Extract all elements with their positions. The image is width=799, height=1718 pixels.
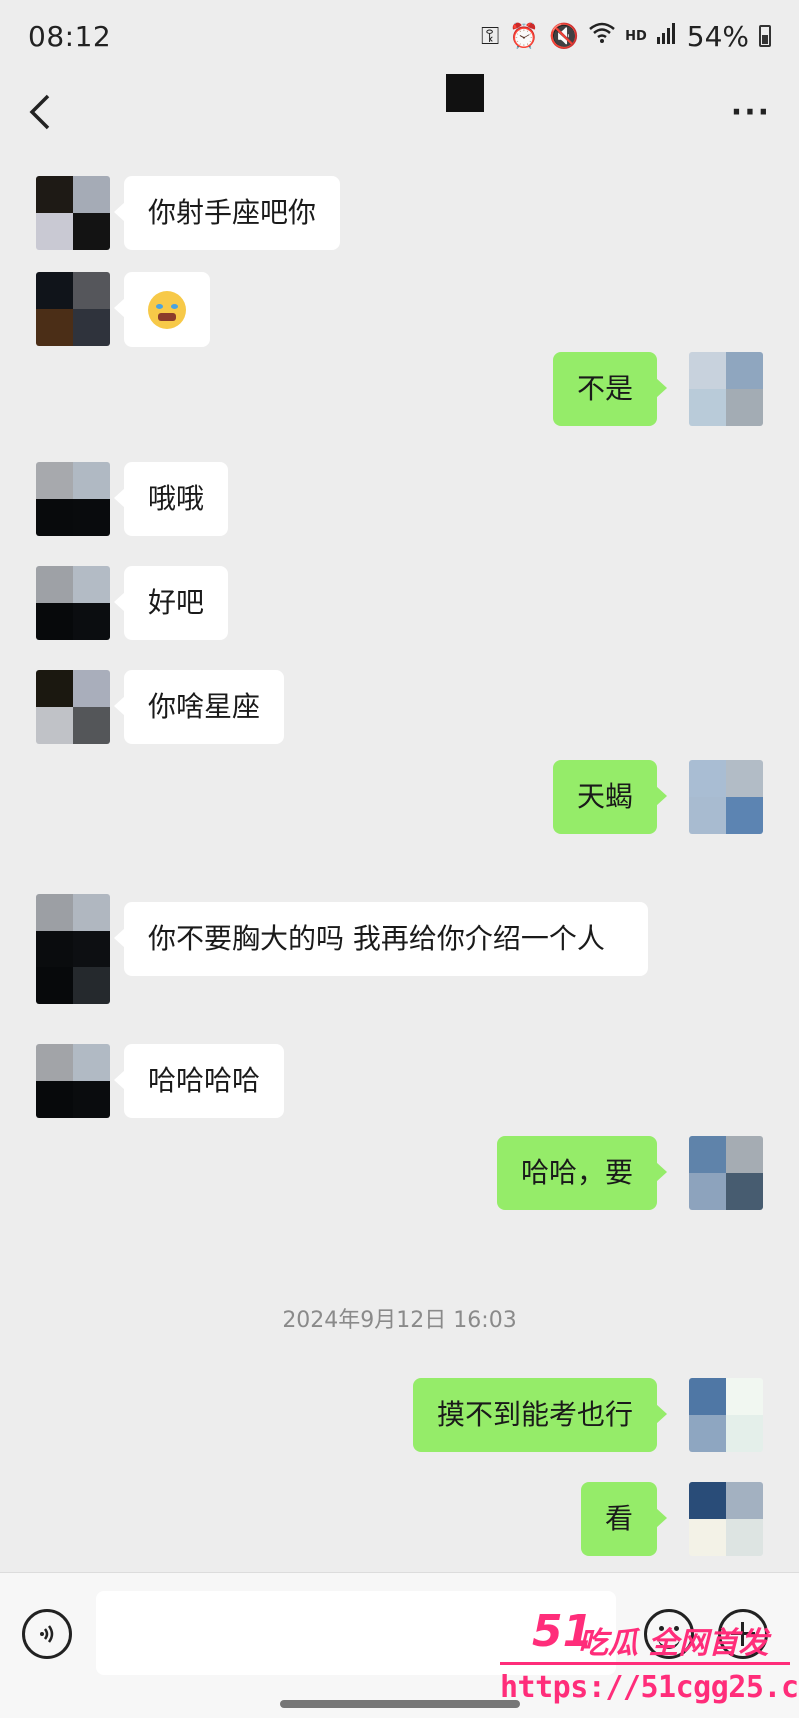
message-incoming: 好吧: [36, 566, 229, 640]
avatar[interactable]: [36, 272, 110, 346]
message-input[interactable]: [96, 1591, 616, 1675]
message-incoming: [36, 272, 210, 347]
crying-face-emoji-icon: [148, 291, 186, 329]
message-bubble[interactable]: 哈哈哈哈: [113, 1044, 285, 1118]
mute-icon: 🔇: [549, 22, 580, 50]
message-outgoing: 天蝎: [552, 760, 763, 834]
message-incoming: 哈哈哈哈: [36, 1044, 285, 1118]
chat-title-redacted: [446, 74, 484, 112]
avatar[interactable]: [689, 760, 763, 834]
message-incoming: 你射手座吧你: [36, 176, 341, 250]
message-outgoing: 哈哈，要: [496, 1136, 763, 1210]
home-indicator[interactable]: [280, 1700, 520, 1708]
avatar[interactable]: [689, 1482, 763, 1556]
message-outgoing: 摸不到能考也行: [412, 1378, 763, 1452]
voice-icon[interactable]: [22, 1609, 72, 1659]
avatar[interactable]: [36, 670, 110, 744]
more-dots-icon[interactable]: ···: [731, 95, 771, 130]
alarm-icon: ⏰: [509, 22, 540, 50]
emoji-icon[interactable]: [644, 1609, 694, 1659]
avatar[interactable]: [689, 1136, 763, 1210]
message-incoming: 哦哦: [36, 462, 229, 536]
avatar[interactable]: [36, 176, 110, 250]
avatar[interactable]: [689, 352, 763, 426]
avatar[interactable]: [36, 566, 110, 640]
message-bubble[interactable]: 好吧: [113, 566, 229, 640]
message-bubble[interactable]: 看: [580, 1482, 668, 1556]
message-bubble[interactable]: [114, 272, 210, 347]
chat-area[interactable]: 你射手座吧你 不是 哦哦 好吧 你啥星座 天蝎 你不要胸大的吗 我再给你介绍一个…: [0, 152, 799, 1572]
status-icons: ⚿ ⏰ 🔇 HD 54%: [481, 20, 771, 53]
chat-timestamp: 2024年9月12日 16:03: [282, 1308, 517, 1333]
status-time: 08:12: [28, 19, 112, 53]
status-bar: 08:12 ⚿ ⏰ 🔇 HD 54%: [0, 0, 799, 72]
message-bubble[interactable]: 不是: [552, 352, 668, 426]
avatar[interactable]: [36, 1044, 110, 1118]
message-bubble[interactable]: 你不要胸大的吗 我再给你介绍一个人: [114, 902, 648, 976]
signal-icon: [656, 22, 677, 50]
avatar[interactable]: [689, 1378, 763, 1452]
plus-icon[interactable]: [718, 1609, 768, 1659]
avatar[interactable]: [36, 462, 110, 536]
message-incoming: 你不要胸大的吗 我再给你介绍一个人: [36, 894, 648, 1004]
key-icon: ⚿: [481, 22, 500, 50]
message-bubble[interactable]: 摸不到能考也行: [412, 1378, 668, 1452]
message-bubble[interactable]: 你啥星座: [113, 670, 285, 744]
avatar[interactable]: [36, 894, 110, 1004]
back-icon[interactable]: [28, 92, 52, 132]
message-incoming: 你啥星座: [36, 670, 285, 744]
message-outgoing: 看: [580, 1482, 763, 1556]
message-bubble[interactable]: 哦哦: [113, 462, 229, 536]
battery-percent: 54%: [686, 19, 749, 53]
message-bubble[interactable]: 你射手座吧你: [113, 176, 341, 250]
nav-bar: ···: [0, 72, 799, 152]
hd-badge: HD: [625, 28, 647, 44]
message-bubble[interactable]: 哈哈，要: [496, 1136, 668, 1210]
input-bar: [0, 1572, 799, 1718]
message-outgoing: 不是: [552, 352, 763, 426]
message-bubble[interactable]: 天蝎: [552, 760, 668, 834]
wifi-icon: [589, 22, 615, 50]
battery-icon: [759, 25, 771, 47]
